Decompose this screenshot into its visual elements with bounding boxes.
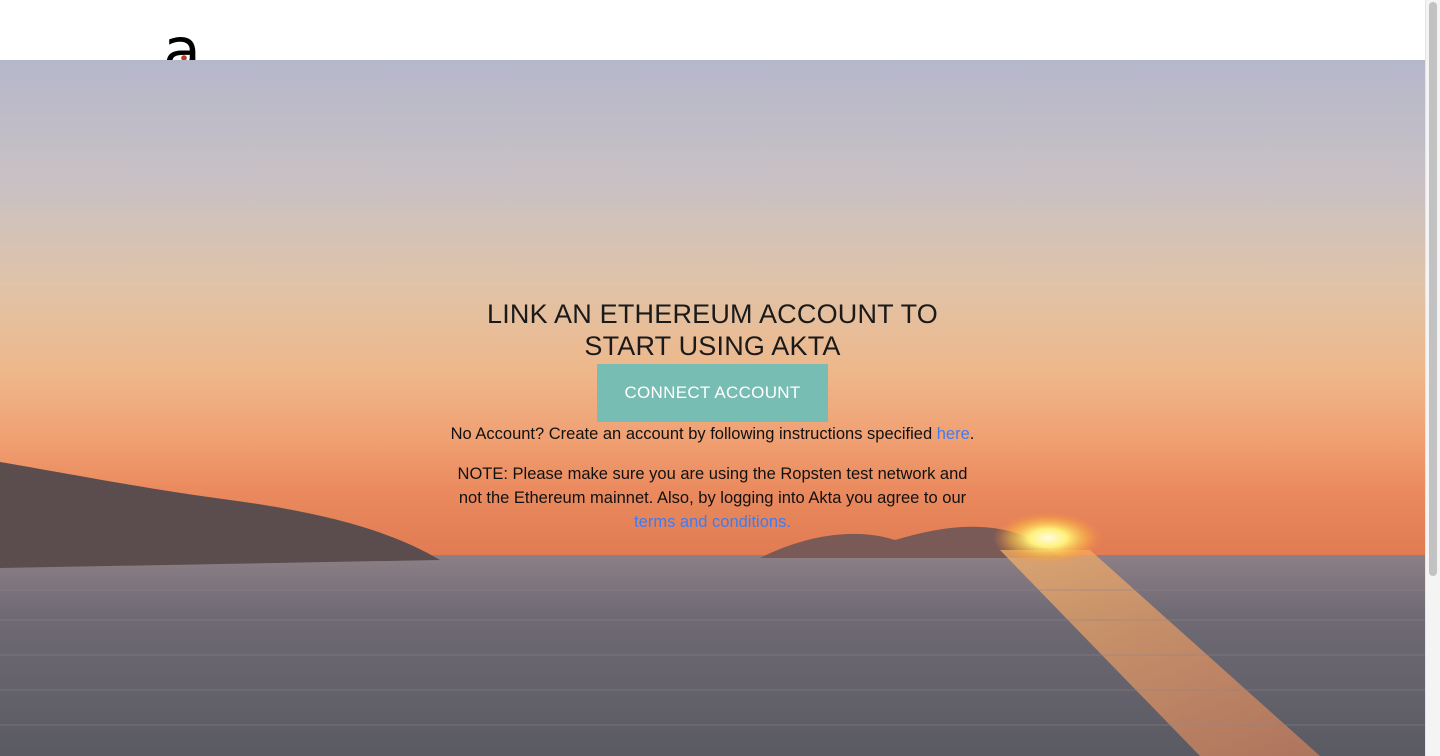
no-account-suffix: . <box>969 425 975 443</box>
scrollbar-thumb[interactable] <box>1429 2 1437 576</box>
top-header: a <box>0 0 1425 76</box>
scrollbar[interactable] <box>1425 0 1440 756</box>
no-account-text: No Account? Create an account by followi… <box>440 422 985 446</box>
page-title: LINK AN ETHEREUM ACCOUNT TO START USING … <box>487 299 938 361</box>
no-account-prefix: No Account? Create an account by followi… <box>450 425 937 443</box>
connect-account-button[interactable]: CONNECT ACCOUNT <box>597 364 828 422</box>
terms-link[interactable]: terms and conditions. <box>634 513 791 531</box>
network-note: NOTE: Please make sure you are using the… <box>440 462 985 534</box>
connect-panel: LINK AN ETHEREUM ACCOUNT TO START USING … <box>440 298 985 534</box>
note-text: NOTE: Please make sure you are using the… <box>457 465 968 507</box>
here-link[interactable]: here <box>937 425 970 443</box>
